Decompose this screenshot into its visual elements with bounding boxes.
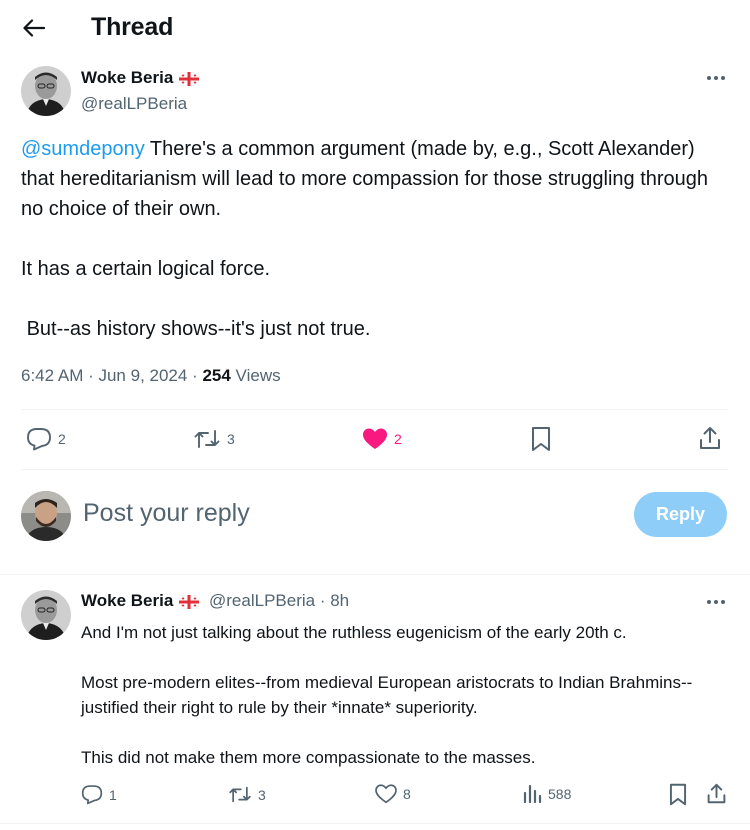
share-icon [707, 783, 726, 804]
reply-author-avatar[interactable] [21, 590, 71, 640]
repost-icon [229, 786, 251, 803]
page-title: Thread [91, 13, 174, 41]
reply-header: Woke Beria @realLPBeria · 8h [81, 591, 349, 611]
reply-count: 2 [58, 431, 66, 447]
tweet-meta: 6:42 AM · Jun 9, 2024 · 254 Views [21, 366, 281, 386]
divider [0, 823, 750, 824]
reply-handle-time[interactable]: @realLPBeria · 8h [209, 591, 349, 610]
reply-action[interactable]: 2 [26, 427, 66, 451]
reply-share-action[interactable] [706, 782, 727, 805]
comment-icon [81, 785, 103, 805]
back-button[interactable] [18, 14, 50, 42]
reply-reply-action[interactable]: 1 [81, 784, 117, 805]
views-chart-icon [523, 784, 542, 804]
reply-author-name[interactable]: Woke Beria [81, 591, 173, 610]
reply-views-count: 588 [548, 786, 572, 802]
more-icon [707, 76, 725, 80]
repost-count: 3 [227, 431, 235, 447]
author-handle[interactable]: @realLPBeria [81, 94, 187, 114]
author-name[interactable]: Woke Beria [81, 68, 173, 87]
reply-compose-input[interactable]: Post your reply [83, 499, 250, 528]
share-action[interactable] [698, 425, 722, 451]
reply-bookmark-action[interactable] [668, 783, 688, 806]
share-icon [700, 427, 720, 449]
thread-header: Thread [0, 0, 750, 56]
reply-views-action[interactable]: 588 [522, 784, 571, 804]
georgia-flag-icon [179, 594, 200, 609]
my-avatar[interactable] [21, 491, 71, 541]
reply-more-options-button[interactable] [704, 592, 728, 612]
reply-paragraph-2: Most pre-modern elites--from medieval Eu… [81, 673, 693, 717]
heart-icon [375, 784, 397, 804]
reply-like-action[interactable]: 8 [375, 784, 411, 804]
reply-button[interactable]: Reply [634, 492, 727, 537]
tweet-text: @sumdepony There's a common argument (ma… [21, 134, 731, 344]
tweet-timestamp[interactable]: 6:42 AM · Jun 9, 2024 · [21, 366, 202, 385]
bookmark-icon [669, 783, 687, 806]
reply-reply-count: 1 [109, 786, 117, 803]
heart-filled-icon [363, 428, 387, 449]
repost-icon [194, 430, 220, 448]
divider [0, 574, 750, 575]
like-action[interactable]: 2 [362, 427, 402, 451]
mention-link[interactable]: @sumdepony [21, 138, 145, 160]
more-icon [707, 600, 725, 604]
divider [21, 409, 728, 410]
views-label: Views [230, 366, 281, 385]
arrow-left-icon [23, 19, 45, 37]
reply-paragraph-1: And I'm not just talking about the ruthl… [81, 623, 627, 642]
reply-repost-count: 3 [258, 786, 266, 803]
like-count: 2 [394, 431, 402, 447]
author-avatar[interactable] [21, 66, 71, 116]
author-name-row: Woke Beria [81, 68, 200, 88]
bookmark-icon [532, 427, 550, 451]
more-options-button[interactable] [704, 68, 728, 88]
reply-text: And I'm not just talking about the ruthl… [81, 620, 721, 770]
tweet-paragraph-2: It has a certain logical force. [21, 258, 271, 280]
georgia-flag-icon [179, 71, 200, 86]
reply-repost-action[interactable]: 3 [228, 784, 266, 805]
bookmark-action[interactable] [530, 426, 552, 452]
views-count: 254 [202, 366, 231, 385]
comment-icon [27, 428, 51, 451]
reply-like-count: 8 [403, 786, 411, 802]
tweet-paragraph-3: But--as history shows--it's just not tru… [21, 318, 371, 340]
reply-paragraph-3: This did not make them more compassionat… [81, 748, 536, 767]
divider [21, 469, 728, 470]
repost-action[interactable]: 3 [193, 427, 235, 451]
